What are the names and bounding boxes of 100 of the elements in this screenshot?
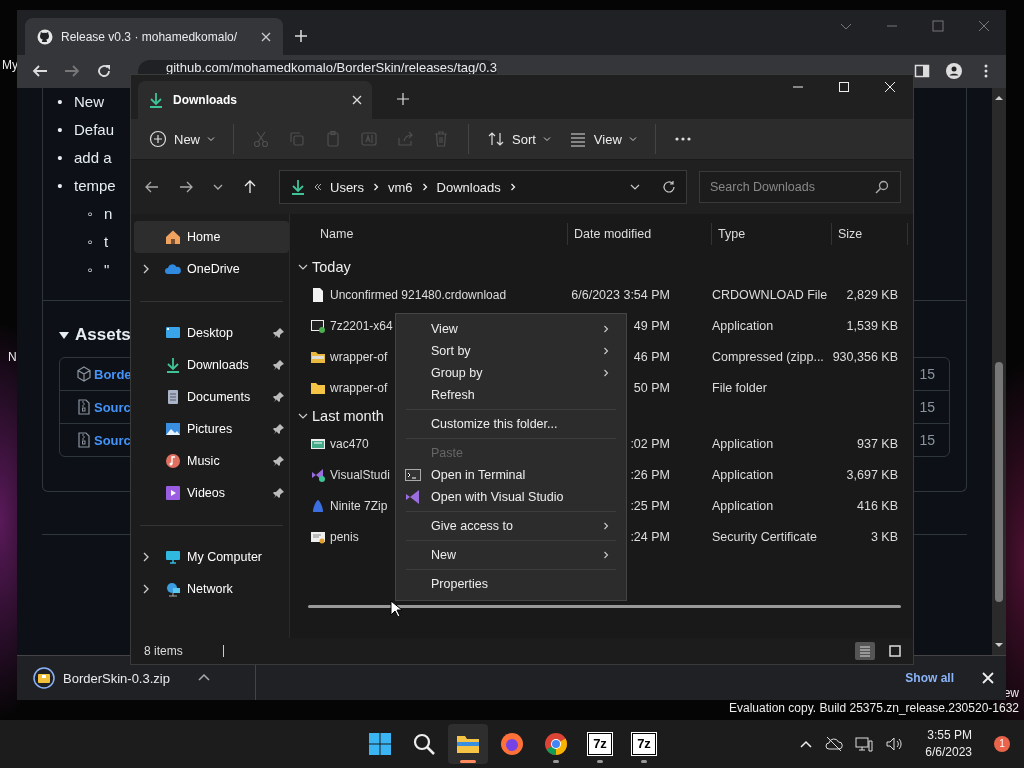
file-type: CRDOWNLOAD File bbox=[712, 287, 828, 302]
taskbar-app[interactable] bbox=[448, 724, 488, 764]
column-header[interactable]: Size bbox=[832, 223, 908, 245]
back-icon[interactable] bbox=[145, 180, 159, 194]
chrome-icon bbox=[544, 732, 568, 756]
mouse-pointer-icon bbox=[390, 600, 402, 618]
chevron-right-icon[interactable] bbox=[141, 264, 151, 274]
refresh-icon[interactable] bbox=[662, 180, 676, 194]
file-name: vac470 bbox=[330, 436, 369, 451]
group-header[interactable]: Last month bbox=[312, 407, 384, 424]
menu-item[interactable]: Open in Terminal bbox=[400, 464, 622, 486]
menu-item[interactable]: New bbox=[400, 544, 622, 566]
scroll-down-icon[interactable] bbox=[995, 641, 1003, 649]
nav-item[interactable]: Documents bbox=[134, 381, 289, 413]
chevron-right-icon bbox=[602, 369, 610, 377]
sort-button[interactable]: Sort bbox=[481, 126, 557, 152]
explorer-tab[interactable]: Downloads bbox=[138, 81, 372, 119]
column-header[interactable]: Name bbox=[320, 223, 568, 245]
breadcrumb-item[interactable]: Downloads bbox=[436, 179, 501, 195]
chevron-right-icon bbox=[602, 551, 610, 559]
triangle-down-icon[interactable] bbox=[59, 330, 69, 340]
file-name: Unconfirmed 921480.crdownload bbox=[330, 287, 507, 302]
close-icon[interactable] bbox=[261, 31, 271, 42]
new-button[interactable]: New bbox=[143, 126, 221, 152]
browser-tab[interactable]: Release v0.3 · mohamedkomalo/ bbox=[25, 18, 283, 55]
zip-file-icon bbox=[76, 399, 92, 415]
pin-icon bbox=[273, 487, 285, 499]
address-bar[interactable]: Users vm6 Downloads bbox=[279, 170, 687, 204]
search-icon bbox=[412, 732, 436, 756]
chevron-right-icon[interactable] bbox=[508, 183, 517, 191]
list-marker: ◦ bbox=[86, 232, 94, 252]
search-icon bbox=[875, 180, 889, 194]
column-header[interactable]: Date modified bbox=[568, 223, 712, 245]
details-view-button[interactable] bbox=[855, 642, 875, 660]
menu-item[interactable]: View bbox=[400, 318, 622, 340]
nav-item[interactable]: Network bbox=[134, 573, 289, 605]
new-tab-icon[interactable] bbox=[295, 30, 307, 42]
side-panel-icon[interactable] bbox=[914, 63, 930, 79]
scissors-icon bbox=[252, 130, 270, 148]
cloud-offline-icon[interactable] bbox=[825, 735, 844, 753]
scrollbar-thumb[interactable] bbox=[995, 362, 1003, 602]
file-date: 6/6/2023 3:54 PM bbox=[571, 287, 670, 302]
view-button[interactable]: View bbox=[562, 126, 643, 152]
nav-item[interactable]: Downloads bbox=[134, 349, 289, 381]
file-size: 2,829 KB bbox=[846, 287, 898, 302]
asset-link[interactable]: Sourc bbox=[94, 432, 131, 448]
menu-item[interactable]: Refresh bbox=[400, 384, 622, 406]
scroll-up-icon[interactable] bbox=[995, 94, 1003, 102]
breadcrumb-item[interactable]: vm6 bbox=[387, 179, 413, 195]
clock[interactable]: 3:55 PM 6/6/2023 bbox=[925, 727, 972, 761]
chevron-right-icon[interactable] bbox=[420, 183, 429, 191]
chevron-right-icon bbox=[602, 522, 610, 530]
menu-item[interactable]: Open with Visual Studio bbox=[400, 486, 622, 508]
chevron-down-icon[interactable] bbox=[630, 182, 640, 192]
nav-item[interactable]: Videos bbox=[134, 477, 289, 509]
nav-item[interactable]: Desktop bbox=[134, 317, 289, 349]
chevron-down-icon[interactable] bbox=[213, 182, 223, 192]
asset-date: 15 bbox=[919, 366, 935, 382]
menu-item[interactable]: Group by bbox=[400, 362, 622, 384]
status-text: 8 items bbox=[144, 644, 183, 658]
volume-icon[interactable] bbox=[885, 735, 904, 753]
copy-icon bbox=[288, 130, 306, 148]
taskbar-app[interactable]: 7z bbox=[580, 724, 620, 764]
app-icon bbox=[310, 466, 326, 483]
scrollbar[interactable] bbox=[992, 88, 1006, 655]
asset-link[interactable]: Borde bbox=[94, 366, 132, 382]
chevron-right-icon[interactable] bbox=[141, 552, 151, 562]
asset-link[interactable]: Sourc bbox=[94, 399, 131, 415]
file-date: :25 PM bbox=[630, 498, 670, 513]
list-item-text: New bbox=[74, 92, 104, 112]
documents-icon bbox=[165, 389, 181, 405]
watermark-text: Evaluation copy. Build 25375.zn_release.230520-1632 bbox=[729, 701, 1019, 716]
menu-item[interactable]: Give access to bbox=[400, 515, 622, 537]
menu-item[interactable]: Customize this folder... bbox=[400, 413, 622, 435]
forward-icon[interactable] bbox=[179, 180, 193, 194]
download-file-name[interactable]: BorderSkin-0.3.zip bbox=[63, 670, 170, 686]
menu-item[interactable]: Properties bbox=[400, 573, 622, 595]
nav-item[interactable]: Music bbox=[134, 445, 289, 477]
up-arrow-icon[interactable] bbox=[243, 180, 257, 194]
nav-item[interactable]: Home bbox=[134, 221, 289, 253]
group-header[interactable]: Today bbox=[312, 258, 351, 275]
show-all-link[interactable]: Show all bbox=[905, 671, 954, 685]
nav-item[interactable]: My Computer bbox=[134, 541, 289, 573]
back-icon[interactable] bbox=[32, 63, 48, 79]
search-field[interactable]: Search Downloads bbox=[699, 171, 901, 203]
scrollbar[interactable] bbox=[308, 605, 901, 608]
address-bar[interactable]: github.com/mohamedkomalo/BorderSkin/releases/tag/0.3 bbox=[138, 60, 497, 74]
new-tab-icon[interactable] bbox=[397, 93, 409, 105]
breadcrumb-item[interactable]: Users bbox=[330, 179, 364, 195]
trash-icon bbox=[432, 130, 450, 148]
chevron-right-icon[interactable] bbox=[141, 584, 151, 594]
network-icon[interactable] bbox=[855, 735, 874, 753]
column-header[interactable]: Type bbox=[712, 223, 832, 245]
reload-icon[interactable] bbox=[96, 63, 112, 79]
profile-icon[interactable] bbox=[946, 63, 962, 79]
menu-item[interactable]: Sort by bbox=[400, 340, 622, 362]
nav-item[interactable]: Pictures bbox=[134, 413, 289, 445]
chevron-right-icon[interactable] bbox=[371, 183, 380, 191]
taskbar-app[interactable]: 7z bbox=[624, 724, 664, 764]
nav-item[interactable]: OneDrive bbox=[134, 253, 289, 285]
